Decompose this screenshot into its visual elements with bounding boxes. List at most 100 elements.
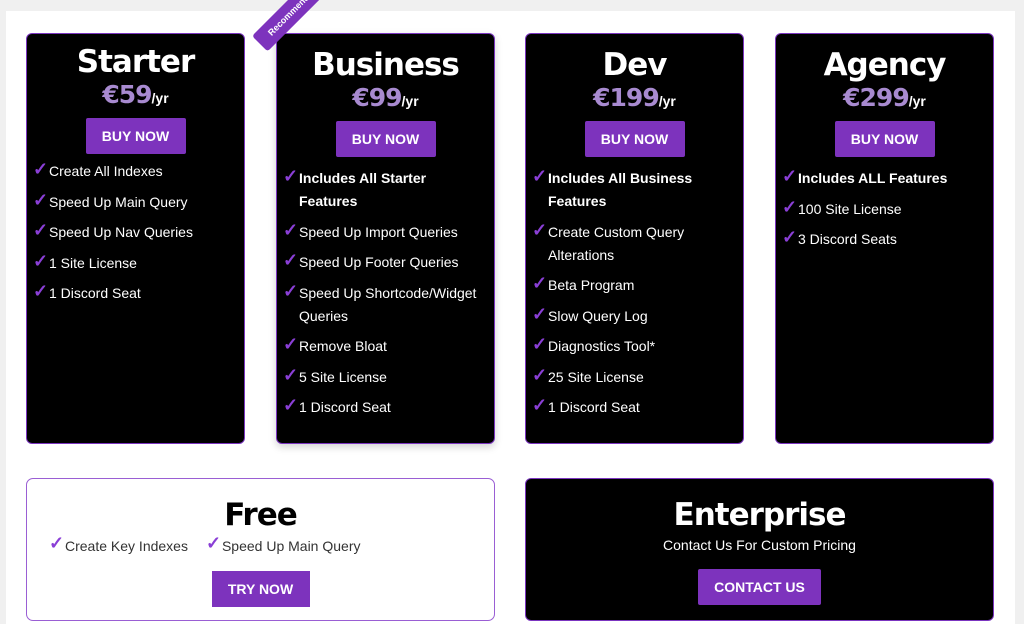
feature-list: ✓ Includes ALL Features ✓ 100 Site Licen… xyxy=(782,166,985,251)
feature-text: 3 Discord Seats xyxy=(798,231,897,247)
feature-item: ✓ 1 Discord Seat xyxy=(33,281,236,305)
check-icon: ✓ xyxy=(532,303,548,324)
plan-card-starter: Starter €59/yr BUY NOW ✓ Create All Inde… xyxy=(26,33,245,444)
check-icon: ✓ xyxy=(33,281,49,301)
buy-now-button[interactable]: BUY NOW xyxy=(85,118,186,154)
feature-text: Speed Up Main Query xyxy=(221,538,361,554)
feature-text: 5 Site License xyxy=(299,368,387,385)
feature-text: Create Key Indexes xyxy=(65,538,188,554)
buy-now-button[interactable]: BUY NOW xyxy=(335,121,436,157)
feature-item: ✓ Includes All Starter Features xyxy=(283,166,486,213)
feature-item: ✓ Remove Bloat xyxy=(283,334,486,358)
price-amount: €199 xyxy=(593,83,660,112)
check-icon: ✓ xyxy=(532,395,548,415)
feature-text: 25 Site License xyxy=(548,368,644,385)
feature-text: Diagnostics Tool* xyxy=(548,338,656,354)
feature-list: ✓ Create All Indexes ✓ Speed Up Main Que… xyxy=(33,159,236,305)
feature-item: ✓ 1 Discord Seat xyxy=(283,395,486,419)
feature-text: 100 Site License xyxy=(798,200,902,217)
plan-price: €299/yr xyxy=(776,83,993,117)
check-icon: ✓ xyxy=(283,250,299,270)
feature-item: ✓ 100 Site License xyxy=(782,196,985,221)
plan-title: Business xyxy=(312,47,460,83)
buy-now-button[interactable]: BUY NOW xyxy=(584,121,685,157)
feature-text: Speed Up Footer Queries xyxy=(299,254,459,270)
check-icon: ✓ xyxy=(283,219,299,240)
feature-item: ✓ Includes ALL Features xyxy=(782,166,985,190)
check-icon: ✓ xyxy=(49,533,65,553)
price-period: /yr xyxy=(151,90,169,106)
plan-title: Free xyxy=(224,497,298,533)
feature-text: Slow Query Log xyxy=(548,307,648,324)
feature-item: ✓ Speed Up Main Query xyxy=(205,533,361,555)
check-icon: ✓ xyxy=(782,166,798,186)
check-icon: ✓ xyxy=(532,166,548,186)
check-icon: ✓ xyxy=(33,250,49,271)
check-icon: ✓ xyxy=(283,280,299,301)
feature-item: ✓ Speed Up Import Queries xyxy=(283,219,486,244)
feature-list: ✓ Includes All Starter Features ✓ Speed … xyxy=(283,166,486,419)
feature-text: Create Custom Query Alterations xyxy=(548,223,685,263)
price-amount: €99 xyxy=(352,83,402,112)
check-icon: ✓ xyxy=(782,196,798,217)
price-amount: €59 xyxy=(102,80,152,109)
check-icon: ✓ xyxy=(33,189,49,210)
feature-text: Beta Program xyxy=(548,277,635,293)
feature-item: ✓ Beta Program xyxy=(532,273,735,297)
try-now-button[interactable]: TRY NOW xyxy=(211,571,310,607)
feature-item: ✓ Speed Up Shortcode/Widget Queries xyxy=(283,280,486,328)
plan-card-enterprise: Enterprise Contact Us For Custom Pricing… xyxy=(525,478,994,621)
plan-card-agency: Agency €299/yr BUY NOW ✓ Includes ALL Fe… xyxy=(775,33,994,444)
price-amount: €299 xyxy=(843,83,910,112)
feature-list: ✓ Includes All Business Features ✓ Creat… xyxy=(532,166,735,419)
feature-text: Includes All Business Features xyxy=(548,170,693,209)
plan-price: €199/yr xyxy=(526,83,743,117)
check-icon: ✓ xyxy=(532,273,548,293)
feature-item: ✓ Create Key Indexes xyxy=(49,533,188,555)
feature-item: ✓ 3 Discord Seats xyxy=(782,227,985,251)
feature-text: Includes ALL Features xyxy=(798,170,948,186)
check-icon: ✓ xyxy=(283,364,299,385)
feature-text: Speed Up Import Queries xyxy=(299,223,458,240)
plan-price: €59/yr xyxy=(27,80,244,114)
plan-title: Enterprise xyxy=(673,497,847,533)
feature-item: ✓ Slow Query Log xyxy=(532,303,735,328)
feature-item: ✓ 1 Site License xyxy=(33,250,236,275)
check-icon: ✓ xyxy=(532,364,548,385)
feature-text: Includes All Starter Features xyxy=(299,170,427,209)
plan-price: €99/yr xyxy=(277,83,494,117)
check-icon: ✓ xyxy=(33,159,49,179)
contact-us-button[interactable]: CONTACT US xyxy=(698,569,821,605)
feature-text: Remove Bloat xyxy=(299,338,387,354)
feature-text: 1 Discord Seat xyxy=(548,399,640,415)
feature-list: ✓ Create Key Indexes ✓ Speed Up Main Que… xyxy=(27,533,494,555)
feature-item: ✓ Diagnostics Tool* xyxy=(532,334,735,358)
price-period: /yr xyxy=(658,93,676,109)
plan-title: Agency xyxy=(823,47,947,83)
feature-item: ✓ 25 Site License xyxy=(532,364,735,389)
feature-text: Create All Indexes xyxy=(49,163,163,179)
feature-item: ✓ Create Custom Query Alterations xyxy=(532,219,735,267)
feature-text: Speed Up Main Query xyxy=(49,193,188,210)
feature-item: ✓ 5 Site License xyxy=(283,364,486,389)
buy-now-button[interactable]: BUY NOW xyxy=(834,121,935,157)
check-icon: ✓ xyxy=(283,334,299,354)
check-icon: ✓ xyxy=(782,227,798,247)
check-icon: ✓ xyxy=(532,219,548,240)
feature-item: ✓ Speed Up Footer Queries xyxy=(283,250,486,274)
feature-item: ✓ Includes All Business Features xyxy=(532,166,735,213)
price-period: /yr xyxy=(401,93,419,109)
plan-title: Starter xyxy=(76,44,195,80)
feature-item: ✓ Speed Up Nav Queries xyxy=(33,220,236,244)
check-icon: ✓ xyxy=(283,166,299,186)
feature-text: Speed Up Nav Queries xyxy=(49,224,193,240)
feature-item: ✓ 1 Discord Seat xyxy=(532,395,735,419)
price-period: /yr xyxy=(908,93,926,109)
plan-title: Dev xyxy=(602,47,668,83)
plan-card-business: Business €99/yr BUY NOW ✓ Includes All S… xyxy=(276,33,495,444)
enterprise-subtitle: Contact Us For Custom Pricing xyxy=(663,537,856,553)
check-icon: ✓ xyxy=(205,533,222,553)
feature-text: 1 Site License xyxy=(49,254,137,271)
feature-text: 1 Discord Seat xyxy=(299,399,391,415)
plan-card-dev: Dev €199/yr BUY NOW ✓ Includes All Busin… xyxy=(525,33,744,444)
